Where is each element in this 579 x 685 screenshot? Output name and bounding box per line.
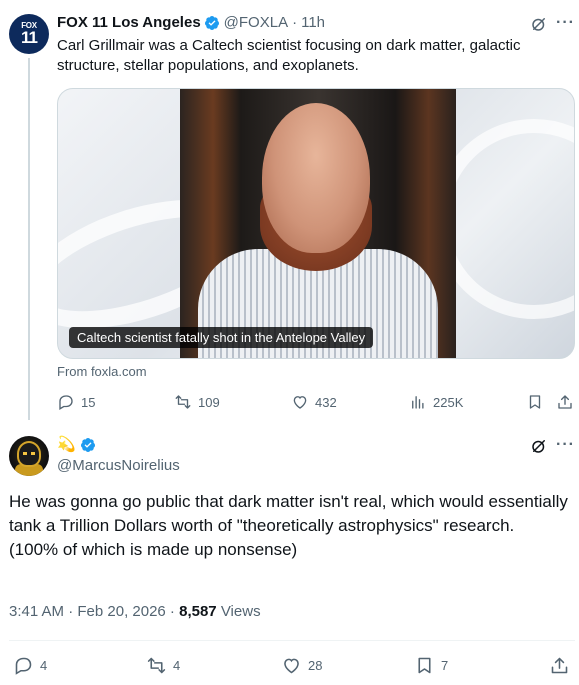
- like-icon: [284, 658, 299, 674]
- author-name[interactable]: FOX 11 Los Angeles: [57, 14, 201, 31]
- reply-icon: [15, 657, 32, 675]
- parent-tweet-header: FOX 11 Los Angeles @FOXLA · 11h: [57, 14, 325, 31]
- dizzy-star-emoji: 💫: [57, 436, 76, 453]
- grok-icon[interactable]: [530, 437, 548, 455]
- like-count: 432: [315, 394, 337, 410]
- parent-action-bar: 15 109 432 225K: [57, 393, 575, 413]
- card-caption: Caltech scientist fatally shot in the An…: [69, 327, 374, 348]
- share-icon: [551, 657, 568, 674]
- link-card[interactable]: Caltech scientist fatally shot in the An…: [57, 88, 575, 359]
- views-icon: [412, 396, 424, 409]
- thread-line: [28, 58, 30, 420]
- card-photo: [180, 89, 456, 358]
- separator-dot: ·: [292, 14, 298, 31]
- repost-count: 109: [198, 394, 220, 410]
- repost-count: 4: [173, 658, 181, 673]
- user-avatar[interactable]: [9, 436, 49, 476]
- tweet-metadata: 3:41 AM · Feb 20, 2026 · 8,587 Views: [9, 603, 261, 620]
- reply-tweet-text: He was gonna go public that dark matter …: [9, 490, 569, 562]
- reply-text-body: He was gonna go public that dark matter …: [9, 492, 568, 559]
- like-icon: [293, 396, 307, 409]
- reply-button[interactable]: 4: [13, 655, 47, 676]
- grok-icon[interactable]: [530, 15, 548, 33]
- views-label: Views: [220, 603, 261, 620]
- views-number: 8,587: [179, 603, 217, 620]
- like-count: 28: [308, 658, 323, 673]
- more-icon[interactable]: ···: [556, 14, 575, 32]
- bookmark-count: 7: [441, 658, 449, 673]
- reply-count: 15: [81, 394, 96, 410]
- verified-badge-icon: [80, 438, 95, 452]
- tweet-timestamp[interactable]: 3:41 AM · Feb 20, 2026 ·: [9, 603, 179, 620]
- repost-button[interactable]: 109: [174, 393, 220, 411]
- divider: [9, 640, 575, 641]
- share-button[interactable]: [549, 655, 576, 676]
- reply-button[interactable]: 15: [57, 393, 95, 411]
- avatar-line2: 11: [21, 28, 38, 47]
- repost-icon: [175, 395, 191, 409]
- fox11-avatar[interactable]: FOX 11: [9, 14, 49, 54]
- display-name[interactable]: 💫: [57, 436, 96, 454]
- bookmark-button[interactable]: 7: [414, 655, 448, 676]
- user-handle[interactable]: @MarcusNoirelius: [57, 457, 180, 474]
- photo-head: [262, 103, 370, 253]
- share-icon: [558, 395, 572, 409]
- like-button[interactable]: 28: [281, 655, 322, 676]
- views-count: 225K: [433, 394, 464, 410]
- repost-icon: [147, 657, 166, 674]
- card-source[interactable]: From foxla.com: [57, 364, 147, 379]
- views-button[interactable]: 225K: [409, 393, 463, 411]
- bookmark-button[interactable]: [526, 393, 550, 411]
- avatar-figure-eyes: [23, 452, 35, 455]
- like-button[interactable]: 432: [291, 393, 337, 411]
- parent-tweet-text: Carl Grillmair was a Caltech scientist f…: [57, 37, 521, 74]
- reply-count: 4: [40, 658, 48, 673]
- bookmark-icon: [529, 395, 541, 409]
- reply-action-bar: 4 4 28 7: [9, 655, 575, 677]
- more-icon[interactable]: ···: [556, 436, 575, 454]
- author-handle[interactable]: @FOXLA: [224, 14, 288, 31]
- reply-icon: [59, 395, 73, 410]
- post-time[interactable]: 11h: [301, 14, 325, 31]
- verified-badge-icon: [204, 15, 219, 30]
- bookmark-icon: [418, 657, 431, 674]
- repost-button[interactable]: 4: [146, 655, 180, 676]
- share-button[interactable]: [556, 393, 579, 411]
